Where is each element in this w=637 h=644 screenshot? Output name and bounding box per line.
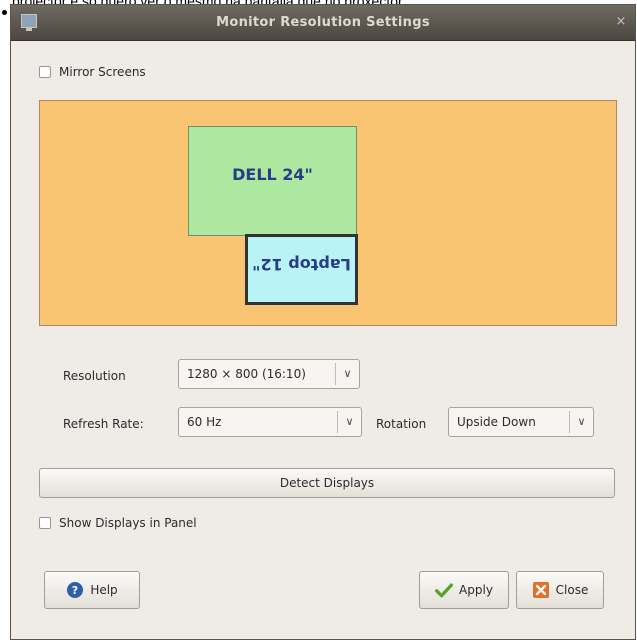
detect-displays-button[interactable]: Detect Displays [39, 468, 615, 498]
window-title: Monitor Resolution Settings [216, 15, 430, 30]
resolution-select[interactable]: 1280 × 800 (16:10) ∨ [178, 359, 360, 389]
monitor-dell[interactable]: DELL 24" [188, 126, 357, 236]
help-icon: ? [66, 581, 84, 599]
close-window-icon[interactable]: × [613, 14, 629, 30]
close-label: Close [555, 583, 589, 597]
refresh-rate-value: 60 Hz [187, 415, 222, 429]
chevron-down-icon: ∨ [569, 411, 593, 433]
dialog-window: Monitor Resolution Settings × Mirror Scr… [10, 4, 636, 640]
rotation-value: Upside Down [457, 415, 536, 429]
rotation-select[interactable]: Upside Down ∨ [448, 407, 594, 437]
close-button[interactable]: Close [516, 571, 604, 609]
mirror-screens-label: Mirror Screens [59, 65, 146, 79]
show-in-panel-label: Show Displays in Panel [59, 516, 197, 530]
help-label: Help [90, 583, 118, 597]
rotation-label: Rotation [376, 417, 427, 431]
monitor-laptop[interactable]: Laptop 12" [245, 234, 358, 305]
show-in-panel-checkbox[interactable] [39, 517, 51, 529]
refresh-rate-select[interactable]: 60 Hz ∨ [178, 407, 362, 437]
refresh-rate-label: Refresh Rate: [63, 417, 144, 431]
checkmark-icon [435, 581, 454, 599]
titlebar[interactable]: Monitor Resolution Settings × [11, 5, 635, 41]
mirror-screens-row[interactable]: Mirror Screens [39, 65, 146, 79]
display-arrangement-area[interactable]: DELL 24" Laptop 12" [39, 100, 617, 326]
help-button[interactable]: ? Help [44, 571, 140, 609]
svg-text:?: ? [72, 584, 78, 597]
show-in-panel-row[interactable]: Show Displays in Panel [39, 516, 197, 530]
detect-displays-label: Detect Displays [279, 476, 375, 490]
monitor-dell-label: DELL 24" [232, 165, 313, 184]
chevron-down-icon: ∨ [337, 411, 361, 433]
chevron-down-icon: ∨ [335, 363, 359, 385]
resolution-value: 1280 × 800 (16:10) [187, 367, 306, 381]
monitor-laptop-label: Laptop 12" [252, 255, 351, 274]
apply-button[interactable]: Apply [419, 571, 509, 609]
bullet [2, 10, 7, 15]
close-icon [532, 581, 550, 599]
resolution-label: Resolution [63, 369, 126, 383]
apply-label: Apply [459, 583, 493, 597]
mirror-screens-checkbox[interactable] [39, 66, 51, 78]
